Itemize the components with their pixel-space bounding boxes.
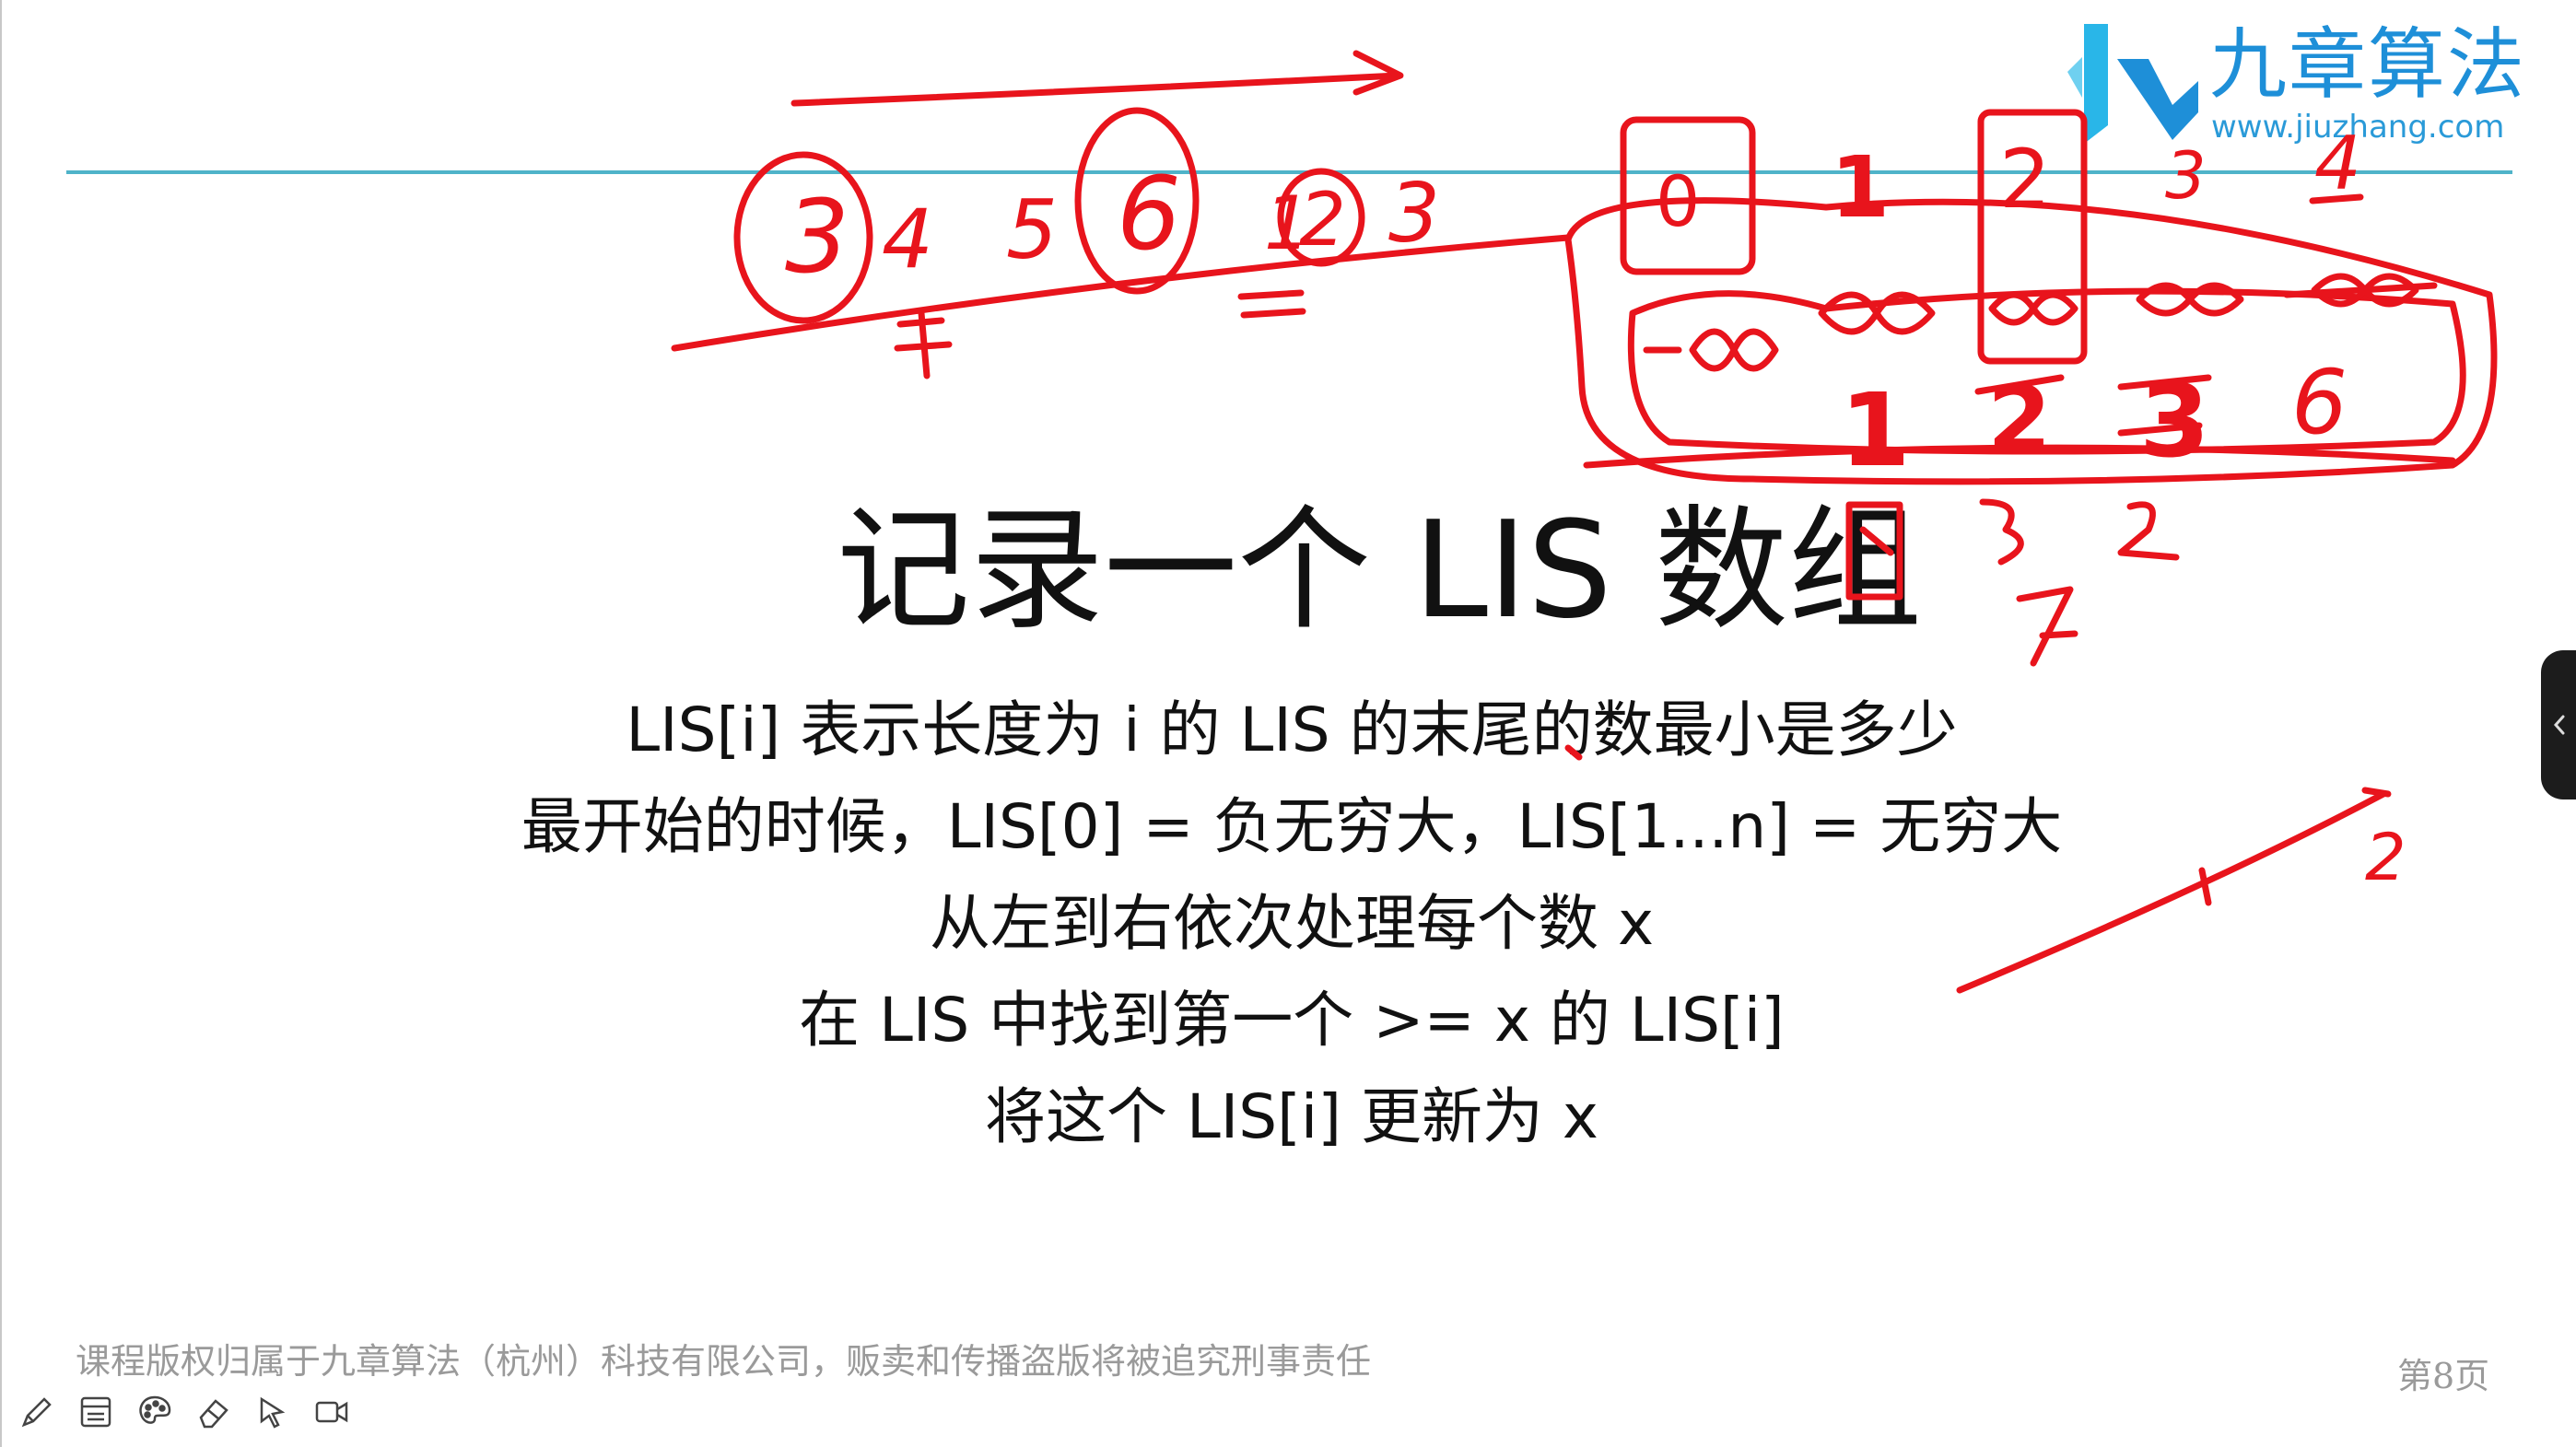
jiuzhang-logo-icon (2067, 24, 2198, 144)
chevron-left-icon (2553, 715, 2565, 735)
ink-asterisk-mark (894, 309, 953, 379)
bullet-process-order: 从左到右依次处理每个数 x (929, 888, 1655, 959)
ink-infinity-1 (1818, 291, 1936, 335)
ink-array-value: 3 (2139, 362, 2210, 480)
page-number: 第8页 (2397, 1356, 2490, 1396)
ink-array-value: 2 (1987, 366, 2052, 473)
logo-name: 九章算法 (2209, 19, 2527, 110)
ink-double-underline (1237, 289, 1306, 319)
ink-infinity-3 (2136, 282, 2244, 317)
whiteboard-icon[interactable] (76, 1392, 116, 1432)
footer-copyright: 课程版权归属于九章算法（杭州）科技有限公司，贩卖和传播盗版将被追究刑事责任 (76, 1341, 1372, 1382)
side-panel-toggle[interactable] (2541, 650, 2576, 799)
ink-infinity-4 (2311, 273, 2419, 308)
ink-circle-12 (1277, 168, 1365, 267)
annotation-toolbar (17, 1386, 352, 1438)
bullet-lis-definition: LIS[i] 表示长度为 i 的 LIS 的末尾的数最小是多少 (626, 694, 1958, 765)
ink-sequence-baseline (671, 234, 1572, 352)
ink-index-digit: 2 (1999, 132, 2051, 227)
ink-array-boundary (1564, 197, 2498, 485)
bullet-find-first: 在 LIS 中找到第一个 >= x 的 LIS[i] (799, 985, 1785, 1056)
ink-strike-infinity-4 (2283, 282, 2438, 298)
jiuzhang-logo: 九章算法 www.jiuzhang.com (2064, 17, 2543, 155)
bullet-update: 将这个 LIS[i] 更新为 x (985, 1081, 1598, 1152)
ink-index-digit: 1 (1831, 138, 1890, 237)
ink-array-value: 1 (1840, 371, 1911, 489)
ink-seq-digit: 3 (785, 178, 849, 296)
ink-strike-3 (2117, 374, 2212, 437)
ink-infinity-2 (1988, 291, 2078, 326)
video-camera-icon[interactable] (311, 1392, 352, 1432)
pointer-icon[interactable] (252, 1392, 293, 1432)
bullet-initialization: 最开始的时候，LIS[0] = 负无穷大，LIS[1...n] = 无穷大 (521, 791, 2063, 862)
palette-icon[interactable] (135, 1392, 175, 1432)
ink-circle-3 (733, 151, 873, 324)
ink-arrow-top-head (1352, 50, 1404, 96)
slide-bullets: LIS[i] 表示长度为 i 的 LIS 的末尾的数最小是多少 最开始的时候，L… (2, 682, 2576, 1165)
slide-title: 记录一个 LIS 数组 (837, 493, 1922, 648)
ink-underline-4 (2309, 193, 2364, 204)
ink-seq-digit: 5 (1006, 182, 1058, 277)
logo-url: www.jiuzhang.com (2211, 109, 2505, 146)
header-divider (66, 170, 2512, 174)
ink-seq-digit: 3 (1388, 166, 1440, 261)
eraser-icon[interactable] (193, 1392, 234, 1432)
ink-array-divider (1583, 444, 2456, 469)
ink-neg-infinity (1643, 328, 1779, 372)
ink-box-index-0 (1620, 116, 1756, 275)
pencil-icon[interactable] (17, 1392, 57, 1432)
ink-array-inner-outline (1627, 287, 2466, 455)
ink-strike-2 (1974, 374, 2065, 395)
ink-seq-digit: 4 (882, 192, 933, 286)
ink-array-value: 6 (2291, 351, 2348, 454)
ink-seq-digit: 2 (1299, 177, 1346, 263)
slide: 九章算法 www.jiuzhang.com 记录一个 LIS 数组 LIS[i]… (0, 0, 2576, 1447)
ink-seq-digit: 1 (1264, 181, 1311, 266)
ink-circle-6 (1074, 107, 1200, 295)
ink-arrow-top (790, 72, 1401, 107)
